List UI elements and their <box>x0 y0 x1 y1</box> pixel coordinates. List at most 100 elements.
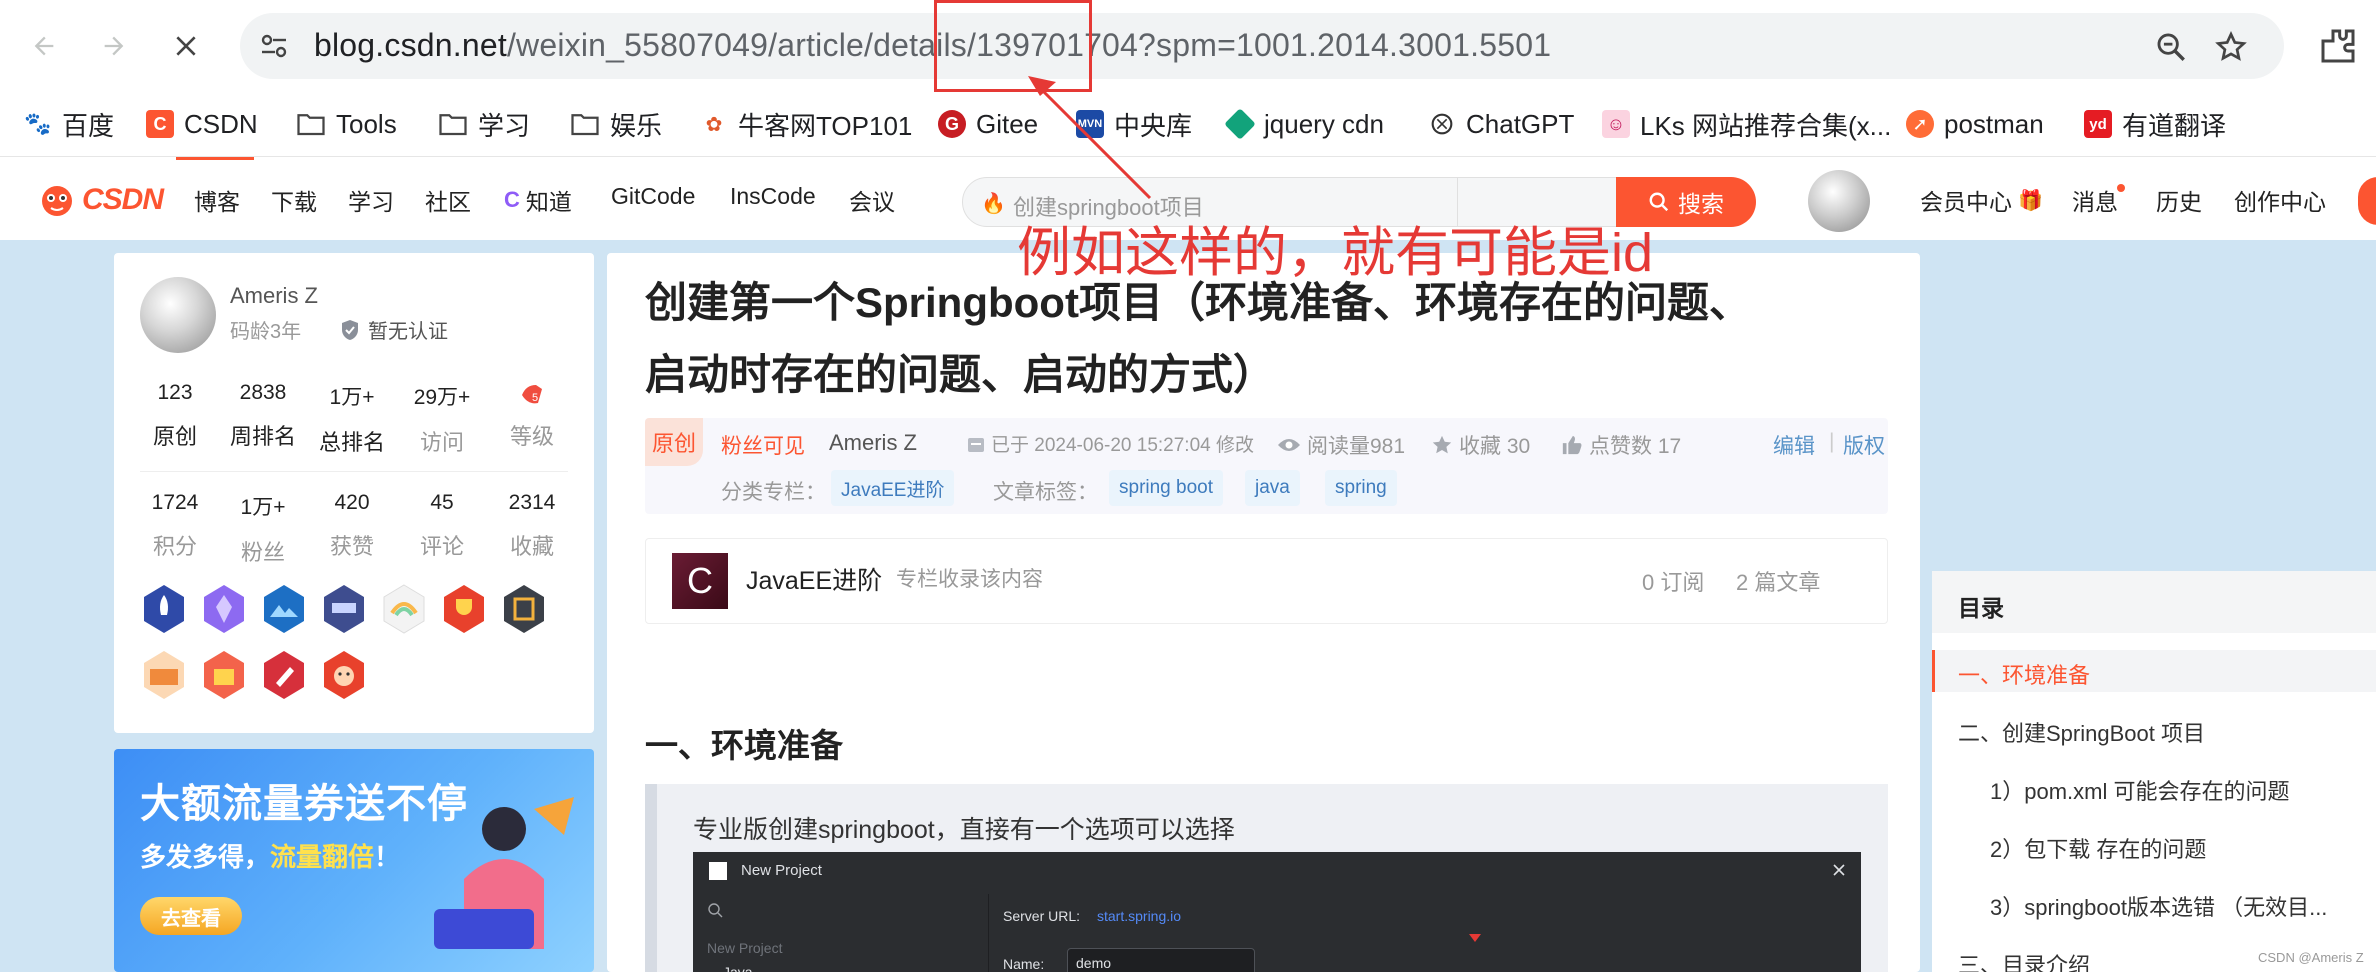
nav-blog[interactable]: 博客 <box>194 183 240 217</box>
bookmark-label: jquery cdn <box>1264 108 1384 139</box>
nav-learn[interactable]: 学习 <box>348 183 394 217</box>
stat-favorites[interactable]: 2314 收藏 <box>487 491 577 561</box>
bookmark-folder-entertainment[interactable]: 娱乐 <box>570 103 662 145</box>
arrow-left-icon <box>34 36 54 56</box>
tag-chip-java[interactable]: java <box>1245 470 1300 506</box>
stat-value: 29万+ <box>413 386 471 409</box>
forward-button[interactable] <box>94 26 134 66</box>
annotation-arrow <box>1028 76 1152 200</box>
bookmark-baidu[interactable]: 🐾 百度 <box>24 103 114 145</box>
stat-fans[interactable]: 1万+ 粉丝 <box>218 491 308 567</box>
nav-download[interactable]: 下载 <box>271 183 317 217</box>
favorite-count[interactable]: 收藏 30 <box>1431 430 1530 460</box>
crystal-badge-icon[interactable] <box>200 583 248 635</box>
history-link[interactable]: 历史 <box>2156 183 2202 217</box>
bookmark-label: 牛客网TOP101 <box>738 110 913 141</box>
zoom-icon[interactable] <box>2154 30 2188 64</box>
messages-link[interactable]: 消息 <box>2072 183 2118 217</box>
bookmark-folder-study[interactable]: 学习 <box>438 103 530 145</box>
ide-dialog-title: New Project <box>741 862 822 879</box>
anniversary-badge-icon[interactable] <box>320 583 368 635</box>
extensions-icon[interactable] <box>2318 26 2358 66</box>
url-text[interactable]: blog.csdn.net/weixin_55807049/article/de… <box>314 27 1551 64</box>
mountain-badge-icon[interactable] <box>260 583 308 635</box>
promo-sub-suffix: ！ <box>374 842 401 872</box>
column-chip[interactable]: JavaEE进阶 <box>831 470 955 506</box>
modified-time-text: 已于 2024-06-20 15:27:04 修改 <box>991 435 1254 456</box>
postman-logo-icon: ➚ <box>1906 110 1934 138</box>
edit-link[interactable]: 编辑 <box>1773 430 1815 460</box>
stat-total-rank[interactable]: 1万+ 总排名 <box>307 381 397 457</box>
promo-view-button[interactable]: 去查看 <box>140 897 242 935</box>
user-avatar[interactable] <box>1808 170 1870 232</box>
stat-week-rank[interactable]: 2838 周排名 <box>218 381 308 451</box>
nav-zhidao-label: 知道 <box>525 189 572 215</box>
annotation-text: 例如这样的，就有可能是id <box>1017 223 1654 283</box>
nav-meeting[interactable]: 会议 <box>849 183 895 217</box>
stat-points[interactable]: 1724 积分 <box>130 491 220 561</box>
bookmark-postman[interactable]: ➚ postman <box>1906 103 2044 145</box>
bookmark-nowcoder[interactable]: ✿ 牛客网TOP101 <box>700 103 912 145</box>
nav-community[interactable]: 社区 <box>425 183 471 217</box>
stat-likes[interactable]: 420 获赞 <box>307 491 397 561</box>
nav-gitcode[interactable]: GitCode <box>611 183 695 210</box>
trophy-badge-icon[interactable] <box>440 583 488 635</box>
publish-button[interactable] <box>2358 177 2376 225</box>
site-settings-icon[interactable] <box>258 31 290 61</box>
copyright-link[interactable]: 版权 <box>1843 430 1885 460</box>
toc-item[interactable]: 3）springboot版本选错 （无效目... <box>1990 890 2327 922</box>
tag-chip-spring[interactable]: spring <box>1325 470 1397 506</box>
star-icon <box>1432 435 1452 454</box>
watermark: CSDN @Ameris Z <box>2258 950 2364 965</box>
article-author[interactable]: Ameris Z <box>829 430 917 456</box>
stat-comments[interactable]: 45 评论 <box>397 491 487 561</box>
csdn-logo[interactable]: CSDN <box>38 181 164 219</box>
member-center-link[interactable]: 会员中心 🎁 <box>1920 183 2043 217</box>
nav-zhidao[interactable]: C 知道 <box>504 183 572 217</box>
toc-item[interactable]: 2）包下载 存在的问题 <box>1990 832 2206 864</box>
like-count[interactable]: 点赞数 17 <box>1561 430 1681 460</box>
stat-original[interactable]: 123 原创 <box>130 381 220 451</box>
bookmark-folder-tools[interactable]: Tools <box>296 103 397 145</box>
stat-level[interactable]: 5 等级 <box>487 381 577 451</box>
book-badge-icon[interactable] <box>140 649 188 701</box>
monkey-badge-icon[interactable] <box>320 649 368 701</box>
rainbow-badge-icon[interactable] <box>380 583 428 635</box>
pen-badge-icon[interactable] <box>260 649 308 701</box>
chatgpt-logo-icon <box>1431 113 1453 135</box>
fans-visible-label: 粉丝可见 <box>721 435 805 458</box>
column-name[interactable]: JavaEE进阶 <box>746 561 882 597</box>
toc-item[interactable]: 三、目录介绍 <box>1958 948 2090 972</box>
bookmark-label: 学习 <box>478 110 531 141</box>
ide-search-icon <box>708 903 723 918</box>
gift-icon: 🎁 <box>2018 189 2043 212</box>
tag-chip-spring-boot[interactable]: spring boot <box>1109 470 1224 506</box>
bookmark-star-icon[interactable] <box>2214 30 2248 64</box>
rocket-badge-icon[interactable] <box>140 583 188 635</box>
creator-center-link[interactable]: 创作中心 <box>2234 183 2326 217</box>
stat-visits[interactable]: 29万+ 访问 <box>397 381 487 457</box>
author-avatar[interactable] <box>140 277 216 353</box>
address-bar[interactable]: blog.csdn.net/weixin_55807049/article/de… <box>240 13 2284 79</box>
persistence-badge-icon[interactable] <box>500 583 548 635</box>
folder-icon <box>297 114 325 136</box>
nav-inscode[interactable]: InsCode <box>730 183 816 210</box>
toc-item[interactable]: 1）pom.xml 可能会存在的问题 <box>1990 774 2289 806</box>
toc-item[interactable]: 二、创建SpringBoot 项目 <box>1958 716 2205 748</box>
shield-icon <box>342 319 358 340</box>
ide-name-input: demo <box>1067 948 1255 972</box>
gift-badge-icon[interactable] <box>200 649 248 701</box>
back-button[interactable] <box>24 26 64 66</box>
toc-item[interactable]: 一、环境准备 <box>1958 658 2090 690</box>
bookmark-lks[interactable]: ☺ LKs 网站推荐合集(x... <box>1602 103 1891 145</box>
article-container: 创建第一个Springboot项目（环境准备、环境存在的问题、 启动时存在的问题… <box>607 253 1920 972</box>
bookmark-youdao[interactable]: yd 有道翻译 <box>2084 103 2226 145</box>
bookmark-csdn[interactable]: C CSDN <box>146 103 258 145</box>
column-card[interactable]: C JavaEE进阶 专栏收录该内容 0 订阅 2 篇文章 <box>645 538 1888 624</box>
bookmark-jquery-cdn[interactable]: jquery cdn <box>1224 103 1384 145</box>
bookmark-chatgpt[interactable]: ChatGPT <box>1428 103 1574 145</box>
promo-banner[interactable]: 大额流量券送不停 多发多得，流量翻倍！ 去查看 <box>114 749 594 972</box>
column-subscriptions: 0 订阅 <box>1642 570 1705 595</box>
stop-loading-button[interactable] <box>166 26 206 66</box>
author-name[interactable]: Ameris Z <box>230 283 318 309</box>
